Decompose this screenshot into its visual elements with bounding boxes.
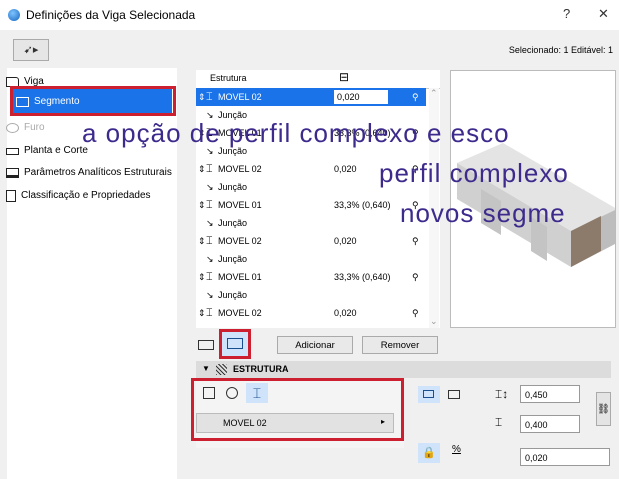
profile-icon: ⌶ <box>206 163 213 175</box>
junction-icon: ↘ <box>206 182 214 192</box>
properties-icon <box>6 190 16 202</box>
junction-row[interactable]: ↘ Junção <box>196 214 426 232</box>
drag-handle-icon[interactable]: ⇕ <box>198 88 206 106</box>
junction-label: Junção <box>218 254 248 264</box>
window-title: Definições da Viga Selecionada <box>26 8 196 22</box>
section-title: ESTRUTURA <box>233 364 289 374</box>
sidebar-item-label: Furo <box>24 122 45 133</box>
collapse-triangle-icon: ▼ <box>202 364 210 373</box>
sidebar-item-label: Planta e Corte <box>24 145 88 156</box>
width-icon: ⌶↕ <box>495 387 509 401</box>
sidebar-item-parametros[interactable]: Parâmetros Analíticos Estruturais <box>6 163 172 183</box>
junction-icon: ↘ <box>206 254 214 264</box>
sidebar-item-label: Parâmetros Analíticos Estruturais <box>24 167 172 178</box>
cross-section-icon[interactable]: ⚲ <box>412 232 419 250</box>
segment-name: MOVEL 02 <box>218 236 262 246</box>
junction-row[interactable]: ↘ Junção <box>196 250 426 268</box>
length-field[interactable]: 0,020 <box>520 448 610 466</box>
cross-section-icon[interactable]: ⚲ <box>412 304 419 322</box>
profile-icon: ⌶ <box>206 235 213 247</box>
junction-label: Junção <box>218 218 248 228</box>
close-button[interactable]: ✕ <box>598 6 609 22</box>
height-icon: ⊟ <box>339 70 350 84</box>
favorite-arrow-icon: ➹▸ <box>23 44 39 56</box>
width-field[interactable]: 0,450 <box>520 385 580 403</box>
segment-value: 0,020 <box>334 164 357 174</box>
segment-row[interactable]: ⇕ ⌶ MOVEL 02 0,020 ⚲ <box>196 232 426 250</box>
segment-value: 0,020 <box>334 308 357 318</box>
help-button[interactable]: ? <box>563 6 570 21</box>
rect-orientation-button[interactable] <box>418 386 440 403</box>
segment-value: 33,3% (0,640) <box>334 200 391 210</box>
basic-profile-icon[interactable] <box>198 340 214 350</box>
junction-row[interactable]: ↘ Junção <box>196 286 426 304</box>
analytic-icon <box>6 168 19 178</box>
column-header-estrutura: Estrutura <box>210 73 247 83</box>
segment-row[interactable]: ⇕ ⌶ MOVEL 02 0,020 ⚲ <box>196 304 426 322</box>
segment-value: 0,020 <box>334 236 357 246</box>
drag-handle-icon[interactable]: ⇕ <box>198 268 206 286</box>
sidebar-item-label: Classificação e Propriedades <box>21 190 151 201</box>
segment-row[interactable]: ⇕ ⌶ MOVEL 01 33,3% (0,640) ⚲ <box>196 268 426 286</box>
junction-icon: ↘ <box>206 290 214 300</box>
tapered-orientation-icon[interactable] <box>448 390 460 399</box>
sidebar-item-classificacao[interactable]: Classificação e Propriedades <box>6 186 151 206</box>
junction-label: Junção <box>218 290 248 300</box>
app-icon <box>8 9 20 21</box>
floor-plan-icon <box>6 147 19 155</box>
selection-info: Selecionado: 1 Editável: 1 <box>508 45 613 55</box>
caption-line-2: perfil complexo <box>379 158 569 188</box>
percent-icon[interactable]: % <box>452 444 461 455</box>
segment-name: MOVEL 01 <box>218 200 262 210</box>
segment-name: MOVEL 01 <box>218 272 262 282</box>
sidebar-item-furo[interactable]: Furo <box>6 118 45 138</box>
title-bar: Definições da Viga Selecionada ? ✕ <box>0 0 619 30</box>
hatch-icon <box>216 364 227 375</box>
scroll-down-icon[interactable]: ⌄ <box>430 316 438 327</box>
junction-icon: ↘ <box>206 218 214 228</box>
structure-section-header[interactable]: ▼ ESTRUTURA <box>196 361 611 378</box>
favorites-button[interactable]: ➹▸ <box>13 39 49 61</box>
cross-section-icon[interactable]: ⚲ <box>412 88 419 106</box>
highlight-box-segment <box>10 86 176 116</box>
junction-label: Junção <box>218 182 248 192</box>
drag-handle-icon[interactable]: ⇕ <box>198 196 206 214</box>
length-lock-icon[interactable]: 🔒 <box>418 443 440 463</box>
segment-value[interactable]: 0,020 <box>334 90 388 104</box>
table-header: Estrutura ⊟ <box>196 70 440 89</box>
sidebar-item-planta[interactable]: Planta e Corte <box>6 141 88 161</box>
height-field[interactable]: 0,400 <box>520 415 580 433</box>
scroll-up-icon[interactable]: ⌃ <box>430 88 438 99</box>
drag-handle-icon[interactable]: ⇕ <box>198 232 206 250</box>
caption-line-1: a opção de perfil complexo e esco <box>82 118 510 148</box>
rect-orientation-icon <box>423 390 434 398</box>
profile-icon: ⌶ <box>206 307 213 319</box>
profile-icon: ⌶ <box>206 199 213 211</box>
segment-row[interactable]: ⇕ ⌶ MOVEL 01 33,3% (0,640) ⚲ <box>196 196 426 214</box>
cross-section-icon[interactable]: ⚲ <box>412 268 419 286</box>
drag-handle-icon[interactable]: ⇕ <box>198 160 206 178</box>
add-button[interactable]: Adicionar <box>277 336 353 354</box>
caption-line-3: novos segme <box>400 198 566 228</box>
highlight-box-structure <box>191 378 404 441</box>
profile-icon: ⌶ <box>206 91 213 103</box>
segment-name: MOVEL 02 <box>218 92 262 102</box>
hole-icon <box>6 123 19 133</box>
remove-button[interactable]: Remover <box>362 336 438 354</box>
profile-icon: ⌶ <box>206 271 213 283</box>
segment-name: MOVEL 02 <box>218 308 262 318</box>
highlight-box-complex-profile <box>219 329 251 359</box>
link-chain-icon[interactable]: ⛓ <box>596 392 611 426</box>
drag-handle-icon[interactable]: ⇕ <box>198 304 206 322</box>
segment-value: 33,3% (0,640) <box>334 272 391 282</box>
segment-row[interactable]: ⇕ ⌶ MOVEL 02 0,020 ⚲ <box>196 88 426 106</box>
height-icon: ⌶ <box>495 415 503 429</box>
segment-name: MOVEL 02 <box>218 164 262 174</box>
